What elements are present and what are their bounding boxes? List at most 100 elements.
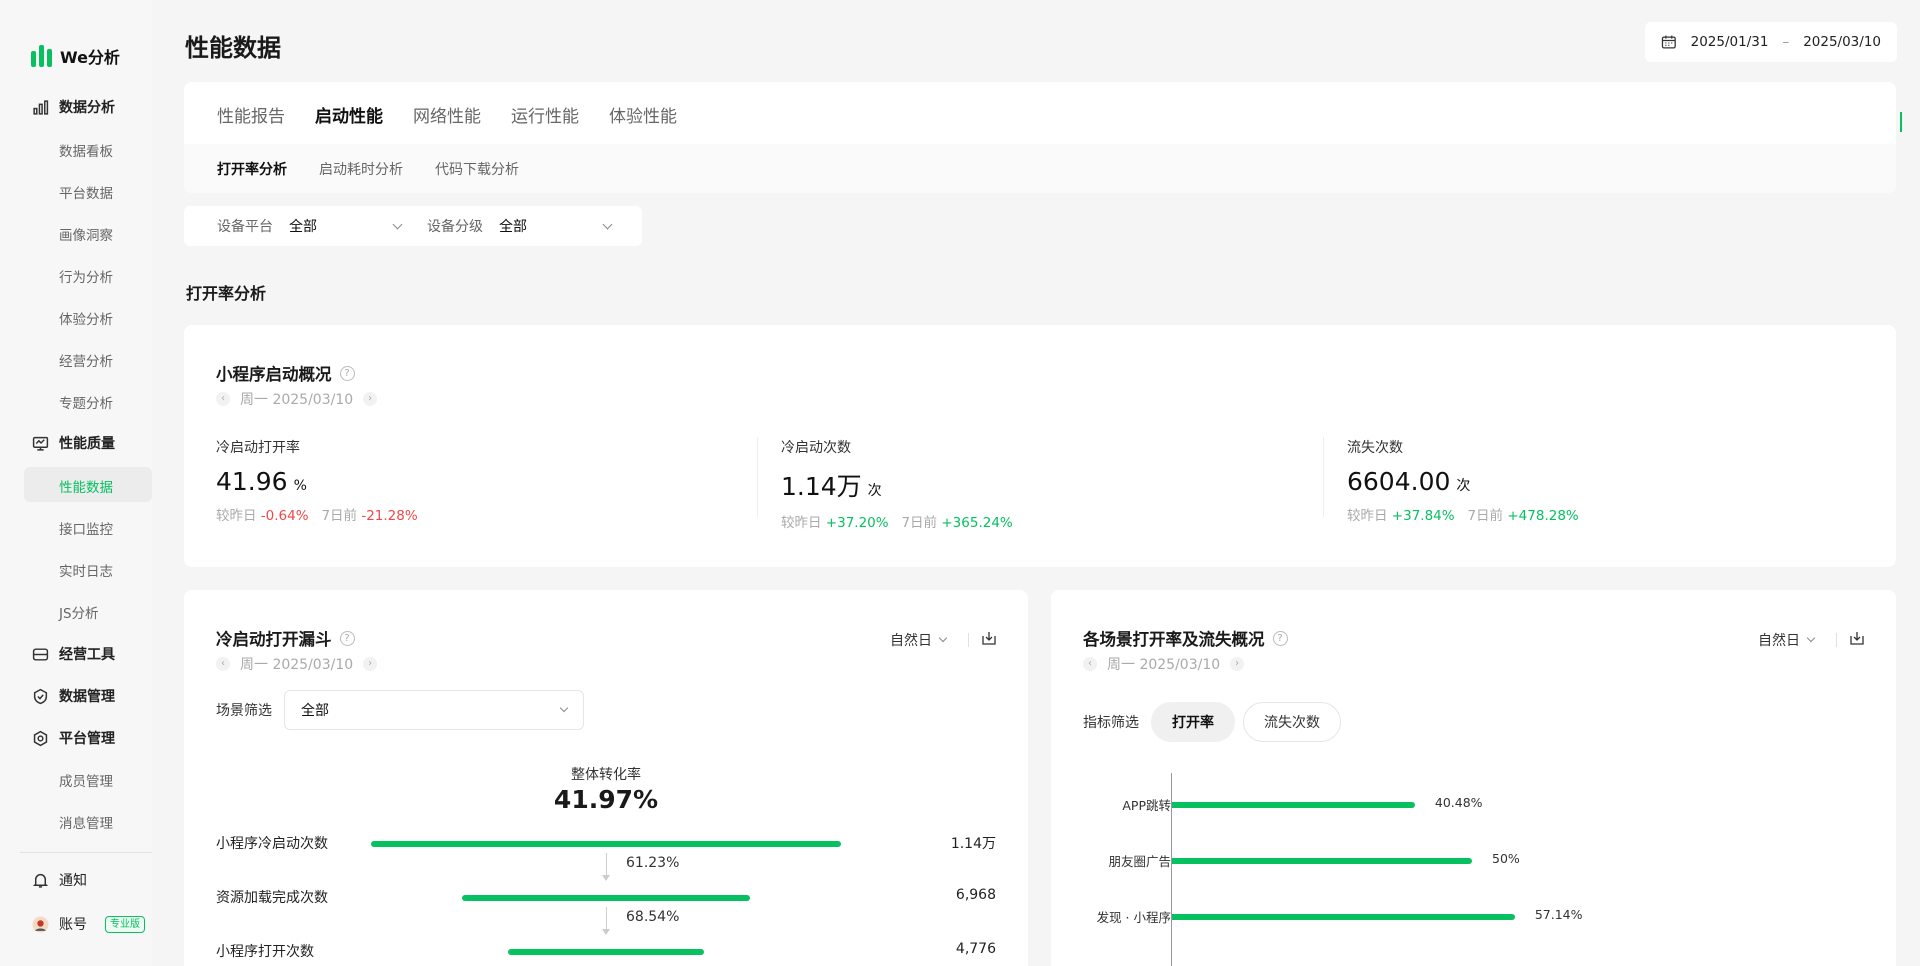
chevron-left-icon[interactable]: ‹ <box>1083 657 1097 671</box>
date-label: 周一 2025/03/10 <box>240 657 354 673</box>
nav-item-behavior[interactable]: 行为分析 <box>59 266 113 286</box>
compare-label: 较昨日 <box>781 515 822 531</box>
compare-value: +365.24% <box>941 515 1013 531</box>
subtab-code-download[interactable]: 代码下载分析 <box>435 159 519 179</box>
tab-experience-perf[interactable]: 体验性能 <box>609 102 677 127</box>
nav-group-performance[interactable]: 性能质量 <box>32 433 115 453</box>
help-icon[interactable]: ? <box>339 365 355 381</box>
nav-item-messages[interactable]: 消息管理 <box>59 812 113 832</box>
bar[interactable] <box>1172 802 1415 808</box>
funnel-step-rate: 61.23% <box>626 855 680 871</box>
funnel-bar[interactable] <box>462 895 750 901</box>
metric-pill-open-rate[interactable]: 打开率 <box>1151 702 1235 742</box>
nav-account-label: 账号 <box>59 917 87 933</box>
funnel-bar[interactable] <box>507 949 705 955</box>
chevron-right-icon[interactable]: › <box>363 657 378 671</box>
compare-label: 7日前 <box>321 508 358 524</box>
compare-value: +37.84% <box>1391 508 1455 524</box>
nav-item-realtime-log[interactable]: 实时日志 <box>59 560 113 580</box>
scene-select[interactable]: 全部 <box>284 690 584 730</box>
nav-item-members[interactable]: 成员管理 <box>59 770 113 790</box>
nav-item-perf-data[interactable]: 性能数据 <box>59 476 113 496</box>
nav-group-label: 平台管理 <box>59 731 115 747</box>
nav-item-platform-data[interactable]: 平台数据 <box>59 182 113 202</box>
bar[interactable] <box>1172 858 1472 864</box>
filter-value: 全部 <box>499 219 527 235</box>
nav-item-experience[interactable]: 体验分析 <box>59 308 113 328</box>
bar-category-label: 发现 · 小程序 <box>1096 910 1171 925</box>
bar-value-label: 57.14% <box>1534 907 1583 922</box>
shield-check-icon <box>33 688 48 704</box>
metric-pill-loss-count[interactable]: 流失次数 <box>1243 702 1341 742</box>
help-icon[interactable]: ? <box>1272 630 1288 646</box>
sub-tabs: 打开率分析 启动耗时分析 代码下载分析 <box>217 159 519 179</box>
nav-group-label: 性能质量 <box>59 436 115 452</box>
nav-item-api-monitor[interactable]: 接口监控 <box>59 518 113 538</box>
chevron-down-icon <box>1806 633 1816 643</box>
nav-group-platform-manage[interactable]: 平台管理 <box>32 728 115 748</box>
arrow-down-icon <box>602 929 610 935</box>
nav-group-data-manage[interactable]: 数据管理 <box>32 686 115 706</box>
monitor-icon <box>32 436 49 451</box>
metric-filter-label: 指标筛选 <box>1083 715 1139 731</box>
date-label: 周一 2025/03/10 <box>1107 657 1221 673</box>
card-title: 各场景打开率及流失概况 ? <box>1083 626 1288 650</box>
nav-notifications[interactable]: 通知 <box>32 870 87 890</box>
nav-item-data-board[interactable]: 数据看板 <box>59 140 113 160</box>
tab-runtime-perf[interactable]: 运行性能 <box>511 102 579 127</box>
metric-value: 6604.00 次 <box>1347 467 1579 496</box>
card-title-text: 小程序启动概况 <box>216 365 332 384</box>
bar[interactable] <box>1172 914 1515 920</box>
compare-label: 较昨日 <box>1347 508 1388 524</box>
metric-value: 1.14万次 <box>781 467 1013 503</box>
download-icon[interactable] <box>981 630 997 646</box>
platform-select[interactable]: 设备平台 全部 <box>217 216 427 236</box>
filter-label: 设备平台 <box>217 219 273 235</box>
funnel-step-value: 6,968 <box>955 887 996 903</box>
metric-number: 6604.00 <box>1347 467 1451 496</box>
funnel-bar[interactable] <box>371 841 841 847</box>
subtab-open-rate[interactable]: 打开率分析 <box>217 159 287 179</box>
divider <box>757 437 758 517</box>
download-icon[interactable] <box>1849 630 1865 646</box>
avatar-icon <box>32 916 49 932</box>
nav-item-js-analysis[interactable]: JS分析 <box>59 602 99 622</box>
tab-network-perf[interactable]: 网络性能 <box>413 102 481 127</box>
wallet-icon <box>32 647 49 661</box>
metric-compare: 较昨日 -0.64% 7日前 -21.28% <box>216 504 418 524</box>
device-level-select[interactable]: 设备分级 全部 <box>427 216 637 236</box>
period-select[interactable]: 自然日 <box>890 630 948 650</box>
compare-value: -0.64% <box>260 508 309 524</box>
nav-item-operation[interactable]: 经营分析 <box>59 350 113 370</box>
metric-loss-count: 流失次数 6604.00 次 较昨日 +37.84% 7日前 +478.28% <box>1347 437 1579 524</box>
tab-perf-report[interactable]: 性能报告 <box>217 102 285 127</box>
chevron-right-icon[interactable]: › <box>1230 657 1245 671</box>
nav-item-topic[interactable]: 专题分析 <box>59 392 113 412</box>
nav-item-portrait[interactable]: 画像洞察 <box>59 224 113 244</box>
toolbar-divider <box>1836 633 1837 647</box>
funnel-step-value: 1.14万 <box>950 836 996 852</box>
scroll-indicator[interactable] <box>1900 112 1902 132</box>
nav-group-ops-tools[interactable]: 经营工具 <box>32 644 115 664</box>
metric-unit: 次 <box>867 483 882 499</box>
compare-value: -21.28% <box>361 508 418 524</box>
card-title: 冷启动打开漏斗 ? <box>216 626 355 650</box>
app-logo[interactable]: We分析 <box>31 44 120 68</box>
funnel-step-label: 小程序冷启动次数 <box>216 836 328 852</box>
tab-startup-perf[interactable]: 启动性能 <box>315 102 383 127</box>
chevron-left-icon[interactable]: ‹ <box>216 392 230 406</box>
metric-unit: % <box>293 478 307 494</box>
chevron-right-icon[interactable]: › <box>363 392 378 406</box>
main-tabs: 性能报告 启动性能 网络性能 运行性能 体验性能 <box>217 102 677 127</box>
chevron-left-icon[interactable]: ‹ <box>216 657 230 671</box>
period-select[interactable]: 自然日 <box>1758 630 1816 650</box>
nav-group-label: 数据分析 <box>59 100 115 116</box>
subtab-startup-time[interactable]: 启动耗时分析 <box>319 159 403 179</box>
nav-account[interactable]: 账号 专业版 <box>32 914 145 934</box>
help-icon[interactable]: ? <box>339 630 355 646</box>
compare-label: 较昨日 <box>216 508 257 524</box>
chevron-down-icon <box>559 703 569 713</box>
nav-group-data-analysis[interactable]: 数据分析 <box>32 97 115 117</box>
date-range-picker[interactable]: 2025/01/31 – 2025/03/10 <box>1645 22 1897 62</box>
date-end: 2025/03/10 <box>1803 34 1881 50</box>
